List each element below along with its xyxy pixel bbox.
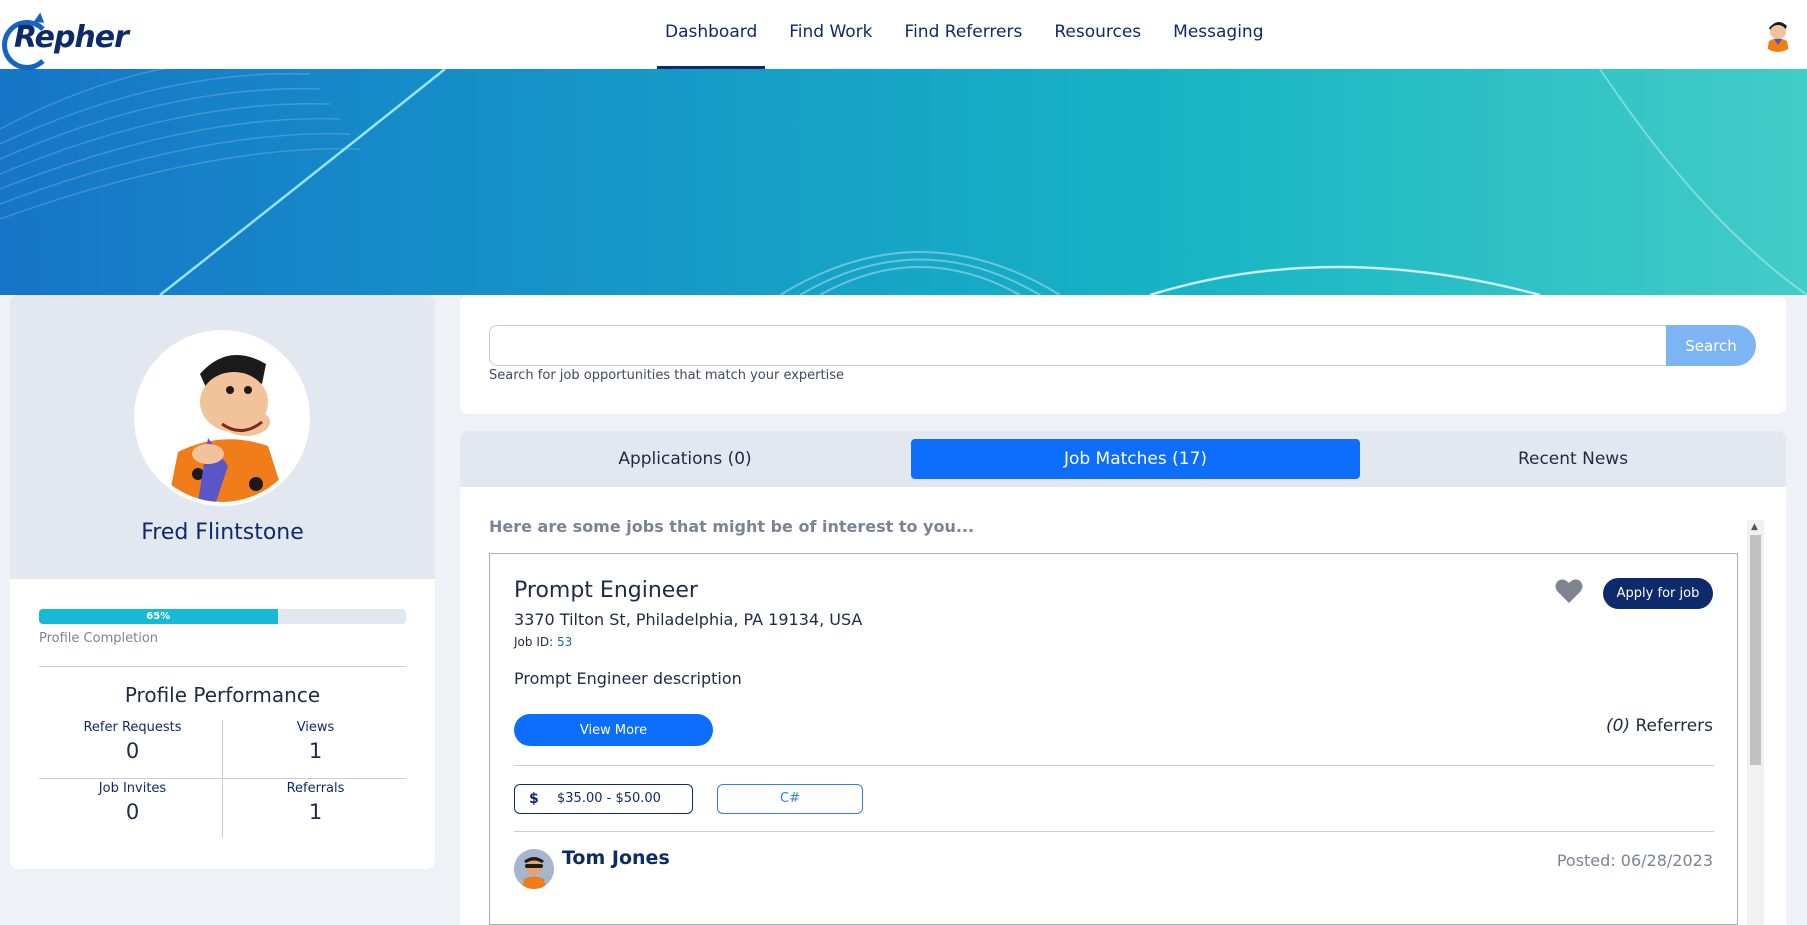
scroll-up-arrow-icon[interactable]: ▲ [1751,522,1758,532]
search-hint: Search for job opportunities that match … [489,368,844,383]
tab-job-matches[interactable]: Job Matches (17) [911,439,1360,479]
nav-messaging[interactable]: Messaging [1157,0,1279,69]
poster-name[interactable]: Tom Jones [562,847,670,869]
stat-value: 1 [308,800,323,824]
pay-range-text: $35.00 - $50.00 [557,791,661,806]
stat-referrals: Referrals 1 [224,781,407,824]
nav-find-referrers[interactable]: Find Referrers [889,0,1039,69]
dashboard-tabs-panel: Applications (0) Job Matches (17) Recent… [460,431,1786,925]
dollar-icon: $ [529,791,539,807]
referrer-count: (0) Referrers [1606,716,1713,736]
repher-logo[interactable]: Repher [0,12,130,70]
tab-applications[interactable]: Applications (0) [460,439,910,479]
poster-avatar-icon [514,849,554,889]
tab-recent-news[interactable]: Recent News [1360,439,1786,479]
header-banner [0,69,1807,295]
stat-value: 0 [125,800,140,824]
stat-value: 1 [308,739,323,763]
job-id-label: Job ID: [514,635,554,649]
profile-completion-fill: 65% [39,609,278,624]
job-list-scroll-thumb[interactable] [1750,535,1761,765]
stat-label: Refer Requests [83,720,182,735]
profile-divider [39,666,406,667]
pay-range-chip: $ $35.00 - $50.00 [514,784,693,814]
posted-date: Posted: 06/28/2023 [1556,851,1713,870]
nav-resources[interactable]: Resources [1038,0,1157,69]
stat-views: Views 1 [224,720,407,763]
tab-bar: Applications (0) Job Matches (17) Recent… [460,431,1786,487]
main-nav: Dashboard Find Work Find Referrers Resou… [657,0,1280,69]
stat-value: 0 [125,739,140,763]
stat-label: Referrals [286,781,345,796]
logo-wordmark: Repher [14,20,129,55]
profile-header: Fred Flintstone [10,295,435,579]
profile-performance-title: Profile Performance [124,683,321,707]
banner-wave-pattern [0,69,1807,295]
profile-card: Fred Flintstone 65% Profile Completion P… [10,295,435,869]
referrer-count-label: Referrers [1635,716,1713,736]
fred-flintstone-avatar-icon [138,334,306,502]
nav-find-work[interactable]: Find Work [773,0,888,69]
skill-chip: C# [717,784,863,814]
job-card: Prompt Engineer 3370 Tilton St, Philadel… [489,553,1738,925]
job-title[interactable]: Prompt Engineer [514,578,698,603]
stat-refer-requests: Refer Requests 0 [41,720,224,763]
user-avatar-menu[interactable] [1759,14,1797,52]
stat-job-invites: Job Invites 0 [41,781,224,824]
user-avatar-icon [1759,14,1797,52]
top-navbar: Repher Dashboard Find Work Find Referrer… [0,0,1807,70]
nav-dashboard[interactable]: Dashboard [657,0,766,69]
referrer-count-value: (0) [1605,716,1631,736]
job-search-card: Search Search for job opportunities that… [460,295,1786,414]
stat-label: Job Invites [98,781,167,796]
job-card-divider [514,765,1714,766]
profile-photo[interactable] [134,330,310,506]
poster-avatar[interactable] [514,849,554,889]
job-address: 3370 Tilton St, Philadelphia, PA 19134, … [514,610,863,629]
stats-horizontal-divider [39,778,406,779]
profile-completion-label: Profile Completion [39,631,159,646]
profile-completion-bar: 65% [39,609,406,624]
job-id: Job ID: 53 [514,635,572,649]
apply-for-job-button[interactable]: Apply for job [1603,578,1713,609]
view-more-button[interactable]: View More [514,714,713,746]
job-id-value: 53 [556,635,573,649]
job-search-input[interactable] [489,325,1669,366]
job-matches-intro: Here are some jobs that might be of inte… [489,517,975,536]
job-description: Prompt Engineer description [514,669,742,688]
search-button[interactable]: Search [1666,325,1756,366]
profile-name: Fred Flintstone [141,520,304,545]
job-card-divider [514,831,1714,832]
stat-label: Views [296,720,335,735]
favorite-heart-icon[interactable] [1555,578,1583,604]
